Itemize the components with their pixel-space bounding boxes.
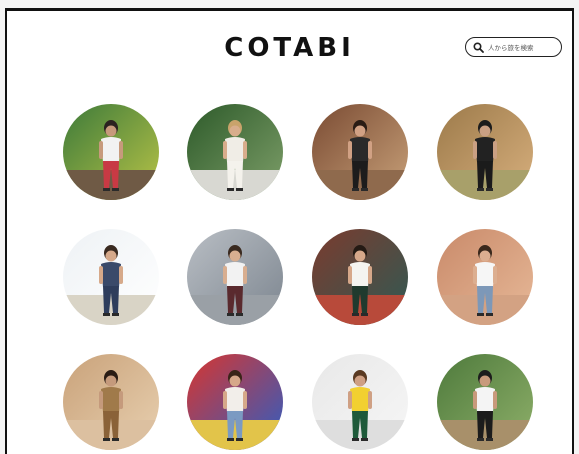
traveler-photo-image — [437, 354, 533, 450]
traveler-photo-6[interactable] — [187, 229, 283, 325]
traveler-photo-9[interactable] — [63, 354, 159, 450]
traveler-photo-image — [187, 229, 283, 325]
traveler-photo-image — [312, 104, 408, 200]
traveler-photo-image — [437, 104, 533, 200]
traveler-photo-3[interactable] — [312, 104, 408, 200]
traveler-photo-image — [63, 354, 159, 450]
traveler-photo-image — [187, 104, 283, 200]
traveler-photo-8[interactable] — [437, 229, 533, 325]
traveler-photo-10[interactable] — [187, 354, 283, 450]
traveler-photo-image — [63, 229, 159, 325]
traveler-photo-5[interactable] — [63, 229, 159, 325]
browser-window: COTABI 人から旅を検索 — [5, 8, 574, 454]
traveler-grid — [7, 11, 572, 454]
traveler-photo-4[interactable] — [437, 104, 533, 200]
traveler-photo-image — [187, 354, 283, 450]
traveler-photo-7[interactable] — [312, 229, 408, 325]
traveler-photo-image — [312, 354, 408, 450]
traveler-photo-11[interactable] — [312, 354, 408, 450]
traveler-photo-image — [63, 104, 159, 200]
traveler-photo-image — [312, 229, 408, 325]
traveler-photo-2[interactable] — [187, 104, 283, 200]
traveler-photo-12[interactable] — [437, 354, 533, 450]
traveler-photo-1[interactable] — [63, 104, 159, 200]
traveler-photo-image — [437, 229, 533, 325]
